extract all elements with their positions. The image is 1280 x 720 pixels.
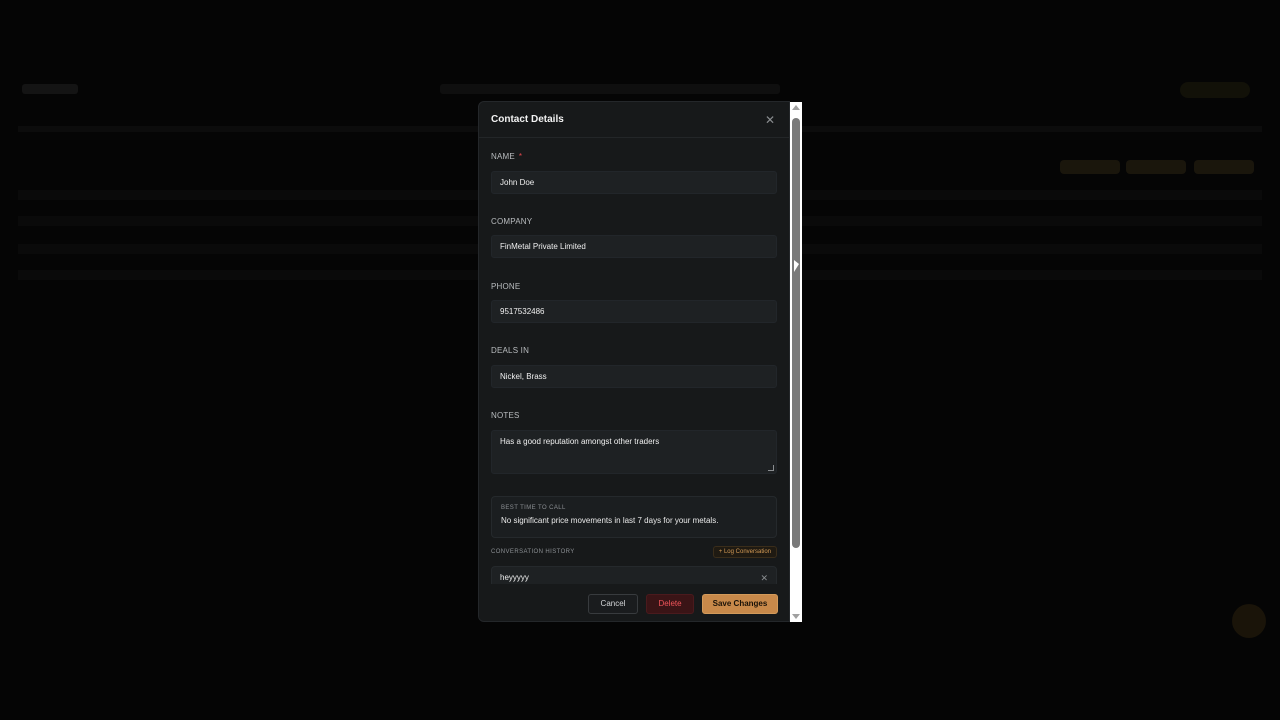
- phone-input[interactable]: 9517532486: [491, 300, 777, 323]
- background-fab: [1232, 604, 1266, 638]
- history-label: CONVERSATION HISTORY: [491, 549, 575, 555]
- save-changes-button[interactable]: Save Changes: [702, 593, 778, 614]
- modal-header: Contact Details ✕: [479, 102, 789, 138]
- modal-title: Contact Details: [491, 114, 564, 125]
- background-button: [1060, 160, 1120, 174]
- background-user-menu: [1180, 82, 1250, 98]
- required-mark: *: [518, 152, 523, 161]
- log-conversation-button[interactable]: + Log Conversation: [712, 546, 777, 558]
- deals-in-label: DEALS IN: [491, 346, 530, 355]
- scroll-thumb[interactable]: [792, 118, 800, 548]
- delete-button[interactable]: Delete: [646, 593, 694, 614]
- background-button: [1126, 160, 1186, 174]
- history-item-text: heyyyyy: [500, 573, 529, 582]
- deals-in-input[interactable]: Nickel, Brass: [491, 365, 777, 388]
- company-label: COMPANY: [491, 217, 533, 226]
- close-icon[interactable]: ✕: [763, 113, 777, 127]
- best-time-label: BEST TIME TO CALL: [501, 505, 566, 511]
- best-time-card: BEST TIME TO CALL No significant price m…: [491, 496, 777, 538]
- name-label: NAME *: [491, 152, 523, 161]
- contact-details-modal: Contact Details ✕ NAME * John Doe COMPANY…: [478, 101, 790, 622]
- best-time-text: No significant price movements in last 7…: [501, 516, 719, 525]
- resize-handle-icon[interactable]: [768, 465, 774, 471]
- modal-body: NAME * John Doe COMPANY FinMetal Private …: [491, 138, 777, 584]
- modal-scrollbar[interactable]: [790, 102, 802, 622]
- scroll-up-icon[interactable]: [792, 105, 800, 110]
- mouse-cursor-icon: [794, 260, 799, 272]
- history-item: heyyyyy ✕: [491, 566, 777, 584]
- background-button: [1194, 160, 1254, 174]
- notes-text: Has a good reputation amongst other trad…: [500, 437, 660, 446]
- cancel-button[interactable]: Cancel: [588, 593, 638, 614]
- delete-entry-icon[interactable]: ✕: [760, 573, 768, 584]
- notes-label: NOTES: [491, 411, 520, 420]
- scroll-down-icon[interactable]: [792, 614, 800, 619]
- phone-label: PHONE: [491, 282, 521, 291]
- background-nav: [440, 84, 780, 94]
- background-logo: [22, 84, 78, 94]
- name-input[interactable]: John Doe: [491, 171, 777, 194]
- history-header: CONVERSATION HISTORY + Log Conversation: [491, 546, 777, 558]
- notes-textarea[interactable]: Has a good reputation amongst other trad…: [491, 430, 777, 474]
- modal-footer: Cancel Delete Save Changes: [479, 584, 789, 621]
- company-input[interactable]: FinMetal Private Limited: [491, 235, 777, 258]
